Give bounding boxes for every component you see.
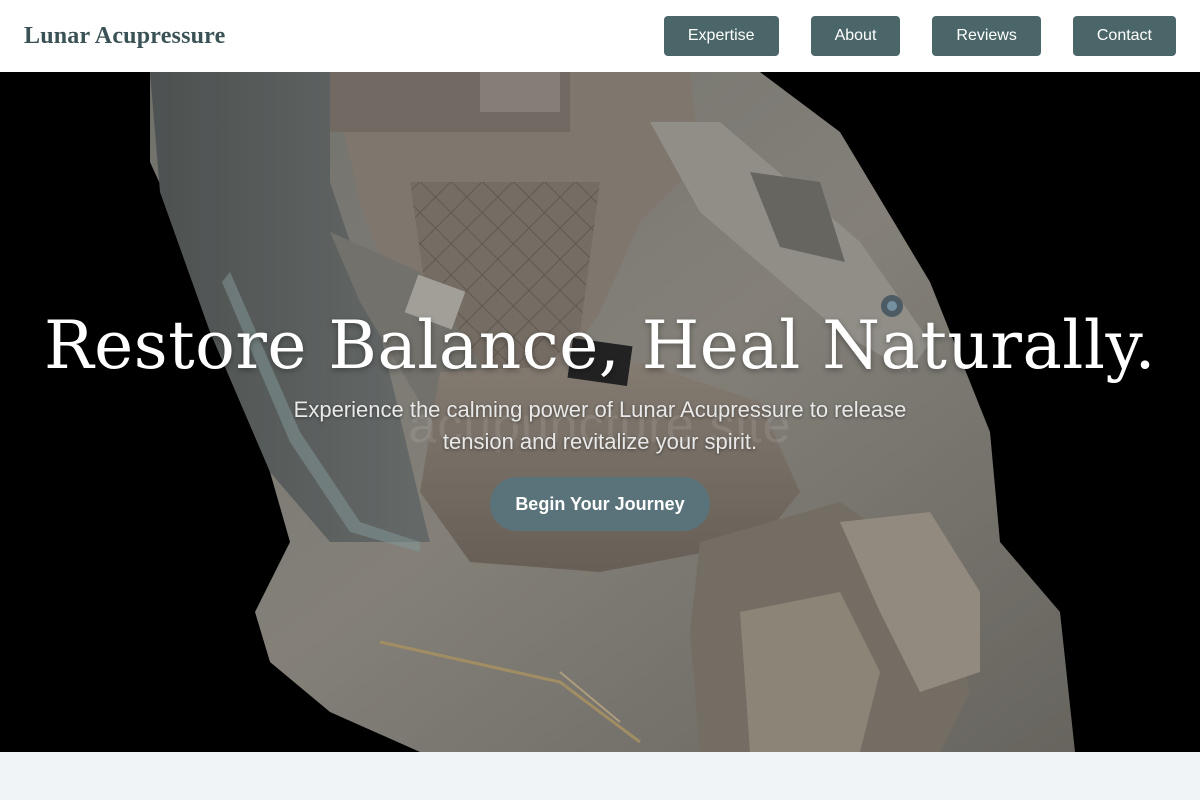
nav-expertise-button[interactable]: Expertise [663, 16, 779, 56]
nav-about-button[interactable]: About [810, 16, 901, 56]
brand-logo[interactable]: Lunar Acupressure [24, 23, 225, 50]
nav-contact-button[interactable]: Contact [1072, 16, 1176, 56]
nav-reviews-button[interactable]: Reviews [932, 16, 1041, 56]
begin-journey-button[interactable]: Begin Your Journey [490, 477, 710, 531]
hero-subtitle: Experience the calming power of Lunar Ac… [293, 397, 907, 454]
site-header: Lunar Acupressure Expertise About Review… [0, 0, 1200, 72]
next-section-band [0, 752, 1200, 800]
hero-title: Restore Balance, Heal Naturally. [43, 307, 1157, 384]
hero-section: Restore Balance, Heal Naturally. acupunc… [0, 72, 1200, 752]
main-nav: Expertise About Reviews Contact [663, 16, 1176, 56]
hero-content: Restore Balance, Heal Naturally. acupunc… [0, 72, 1200, 752]
